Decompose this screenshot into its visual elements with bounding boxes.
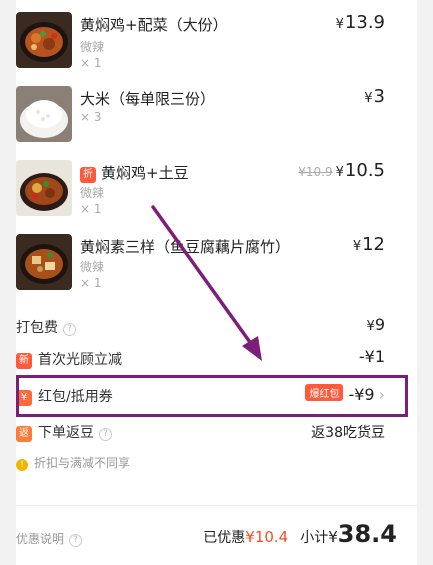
item-quantity: × 1	[80, 276, 102, 290]
discount-badge: 折	[80, 167, 96, 183]
item-spec: 微辣	[80, 186, 105, 200]
list-item: 黄焖素三样（鱼豆腐藕片腐竹） 微辣 × 1 ¥12	[16, 234, 389, 304]
divider	[16, 505, 417, 506]
item-price: ¥13.9	[335, 12, 385, 33]
discount-explanation[interactable]: 优惠说明?	[16, 530, 83, 547]
saved-label: 已优惠	[203, 530, 246, 546]
braised-vegetables-icon	[16, 234, 72, 290]
coupon-highlight-box	[16, 375, 408, 417]
rice-bowl-icon	[16, 86, 72, 142]
item-price: ¥3	[364, 86, 385, 107]
cashback-icon: 返	[16, 426, 32, 442]
help-icon[interactable]: ?	[63, 323, 76, 336]
order-totals: 已优惠¥10.4 小计¥38.4	[203, 520, 397, 548]
item-spec: 微辣	[80, 260, 105, 274]
item-quantity: × 1	[80, 56, 102, 70]
item-spec: 微辣	[80, 40, 105, 54]
subtotal-label: 小计	[300, 530, 329, 546]
item-name: 折黄焖鸡+土豆	[80, 162, 189, 183]
original-price: ¥10.9	[298, 165, 333, 179]
item-price: ¥10.9 ¥10.5	[298, 160, 385, 181]
list-item: 折黄焖鸡+土豆 微辣 × 1 ¥10.9 ¥10.5	[16, 160, 389, 230]
item-quantity: × 3	[80, 110, 102, 124]
item-name: 大米（每单限三份）	[80, 90, 216, 108]
help-icon[interactable]: ?	[69, 534, 83, 547]
cashback-label: 下单返豆	[38, 425, 94, 441]
new-customer-icon: 新	[16, 353, 32, 369]
packing-fee-value: ¥9	[366, 315, 385, 334]
packing-fee-row: 打包费? ¥9	[16, 315, 389, 339]
discount-note: ! 折扣与满减不同享	[16, 454, 130, 471]
cashback-row: 返下单返豆? 返38吃货豆	[16, 420, 389, 444]
first-visit-discount-row: 新首次光顾立减 -¥1	[16, 347, 389, 371]
first-visit-value: -¥1	[358, 347, 385, 366]
braised-chicken-potato-icon	[16, 160, 72, 216]
first-visit-label: 首次光顾立减	[38, 352, 122, 368]
help-icon[interactable]: ?	[99, 428, 112, 441]
saved-value: ¥10.4	[245, 528, 289, 546]
list-item: 大米（每单限三份） × 3 ¥3	[16, 86, 389, 156]
subtotal-value: 38.4	[337, 520, 397, 548]
item-quantity: × 1	[80, 202, 102, 216]
item-name: 黄焖素三样（鱼豆腐藕片腐竹）	[80, 238, 291, 256]
item-price: ¥12	[352, 234, 385, 255]
list-item: 黄焖鸡+配菜（大份） 微辣 × 1 ¥13.9	[16, 12, 389, 82]
cashback-value: 返38吃货豆	[311, 425, 385, 441]
braised-chicken-dish-icon	[16, 12, 72, 68]
item-name: 黄焖鸡+配菜（大份）	[80, 16, 228, 34]
info-icon: !	[16, 459, 28, 471]
packing-fee-label: 打包费	[16, 320, 58, 336]
